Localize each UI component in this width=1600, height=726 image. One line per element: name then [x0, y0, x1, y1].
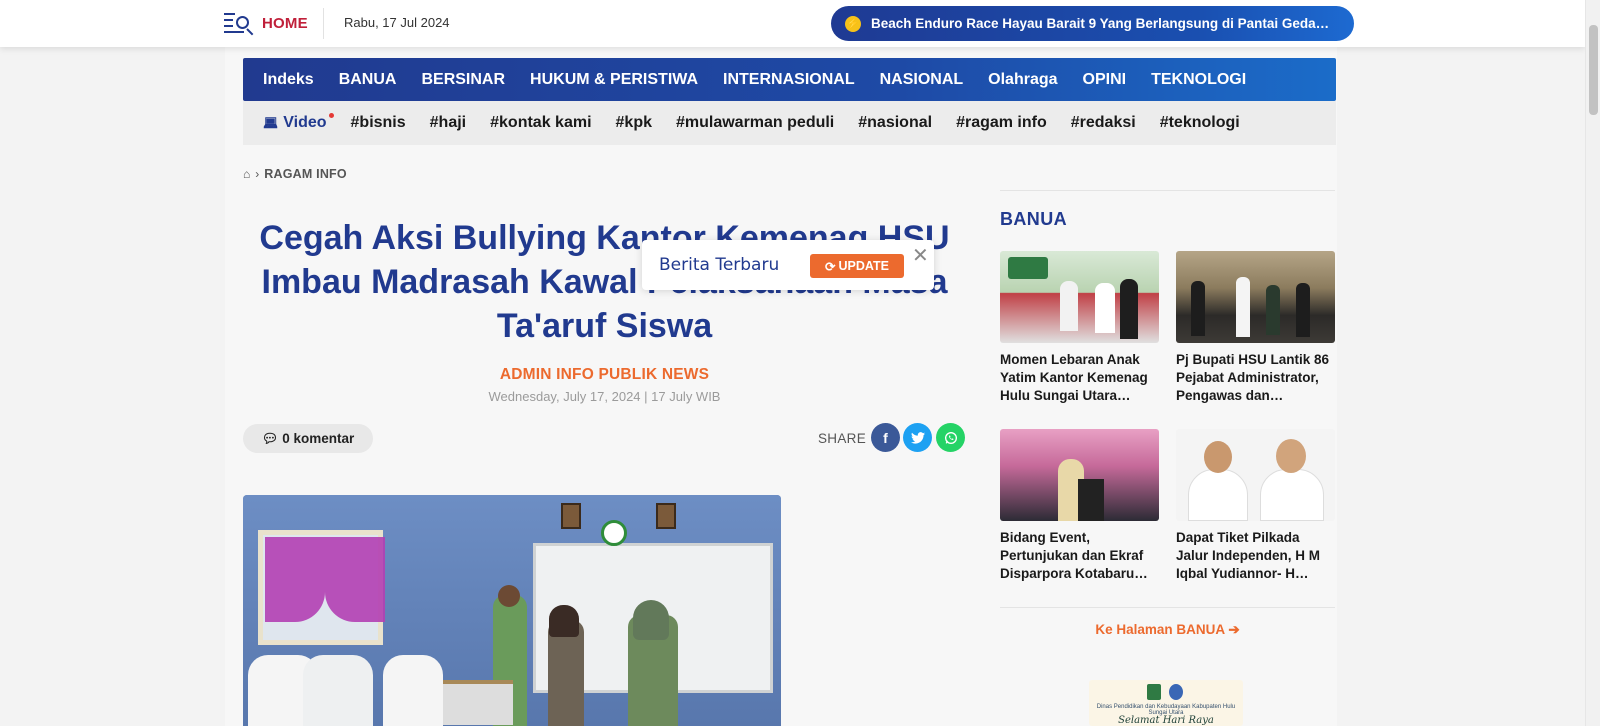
news-card-title[interactable]: Momen Lebaran Anak Yatim Kantor Kemenag …	[1000, 351, 1159, 405]
live-dot-icon	[328, 113, 334, 118]
tag-ragam-info[interactable]: #ragam info	[956, 114, 1047, 132]
article-author[interactable]: ADMIN INFO PUBLIK NEWS	[248, 366, 961, 384]
share-label: SHARE	[818, 431, 867, 446]
nav-item-nasional[interactable]: NASIONAL	[880, 71, 964, 89]
update-button[interactable]: ⟳ UPDATE	[810, 254, 904, 278]
breadcrumb-separator: ›	[255, 167, 260, 181]
comments-count: 0 komentar	[282, 431, 355, 446]
nav-item-opini[interactable]: OPINI	[1083, 71, 1127, 89]
home-link[interactable]: HOME	[224, 9, 308, 37]
nav-item-bersinar[interactable]: BERSINAR	[421, 71, 505, 89]
laptop-icon: 💻︎	[263, 116, 279, 130]
sidebar-news-card[interactable]: Bidang Event, Pertunjukan dan Ekraf Disp…	[1000, 429, 1159, 583]
ad-banner[interactable]: Dinas Pendidikan dan Kebudayaan Kabupate…	[1089, 680, 1243, 726]
logo-icon	[1147, 684, 1161, 700]
tag-nav: 💻︎ Video #bisnis #haji #kontak kami #kpk…	[243, 101, 1336, 145]
divider	[323, 8, 324, 39]
comments-icon: 💬︎	[261, 430, 279, 446]
breadcrumb: ⌂ › RAGAM INFO	[243, 167, 347, 181]
refresh-icon: ⟳	[825, 259, 836, 274]
logo-icon	[1169, 684, 1183, 700]
current-date: Rabu, 17 Jul 2024	[344, 15, 450, 30]
lightning-icon: ⚡	[845, 15, 861, 32]
nav-item-teknologi[interactable]: TEKNOLOGI	[1151, 71, 1246, 89]
home-label: HOME	[262, 14, 308, 32]
scrollbar-thumb[interactable]	[1589, 25, 1598, 115]
news-thumbnail[interactable]	[1176, 251, 1335, 343]
article-date: Wednesday, July 17, 2024 | 17 July WIB	[488, 389, 721, 404]
sidebar-news-card[interactable]: Momen Lebaran Anak Yatim Kantor Kemenag …	[1000, 251, 1159, 405]
news-card-title[interactable]: Dapat Tiket Pilkada Jalur Independen, H …	[1176, 529, 1335, 583]
tag-bisnis[interactable]: #bisnis	[351, 114, 406, 132]
top-bar: HOME Rabu, 17 Jul 2024 ⚡ Beach Enduro Ra…	[0, 0, 1585, 47]
video-label: Video	[283, 114, 327, 131]
main-category-nav: Indeks BANUA BERSINAR HUKUM & PERISTIWA …	[243, 58, 1336, 101]
news-thumbnail[interactable]	[1176, 429, 1335, 521]
tag-redaksi[interactable]: #redaksi	[1071, 114, 1136, 132]
tag-haji[interactable]: #haji	[430, 114, 466, 132]
ticker-headline[interactable]: Beach Enduro Race Hayau Barait 9 Yang Be…	[871, 16, 1340, 31]
nav-item-internasional[interactable]: INTERNASIONAL	[723, 71, 855, 89]
comments-button[interactable]: 💬︎ 0 komentar	[243, 424, 373, 453]
whatsapp-share-icon[interactable]	[936, 423, 965, 452]
sidebar-news-card[interactable]: Dapat Tiket Pilkada Jalur Independen, H …	[1176, 429, 1335, 583]
video-link[interactable]: 💻︎ Video	[263, 113, 334, 132]
tag-mulawarman-peduli[interactable]: #mulawarman peduli	[676, 114, 834, 132]
menu-search-icon	[224, 9, 256, 37]
close-icon[interactable]: ✕	[912, 246, 929, 266]
news-card-title[interactable]: Bidang Event, Pertunjukan dan Ekraf Disp…	[1000, 529, 1159, 583]
breadcrumb-current[interactable]: RAGAM INFO	[264, 167, 347, 181]
sidebar-news-card[interactable]: Pj Bupati HSU Lantik 86 Pejabat Administ…	[1176, 251, 1335, 405]
banner-greeting: Selamat Hari Raya	[1118, 715, 1214, 726]
sidebar-title[interactable]: BANUA	[1000, 209, 1067, 230]
article-featured-image	[243, 495, 781, 726]
facebook-share-icon[interactable]: f	[871, 423, 900, 452]
nav-item-banua[interactable]: BANUA	[339, 71, 397, 89]
tag-nasional[interactable]: #nasional	[858, 114, 932, 132]
breaking-news-ticker[interactable]: ⚡ Beach Enduro Race Hayau Barait 9 Yang …	[831, 6, 1354, 41]
sidebar-divider	[1000, 190, 1335, 191]
tag-kpk[interactable]: #kpk	[616, 114, 652, 132]
news-thumbnail[interactable]	[1000, 429, 1159, 521]
tag-teknologi[interactable]: #teknologi	[1160, 114, 1240, 132]
twitter-share-icon[interactable]	[903, 423, 932, 452]
more-banua-link[interactable]: Ke Halaman BANUA ➔	[1000, 622, 1335, 638]
page-scrollbar[interactable]	[1585, 0, 1600, 726]
popup-title: Berita Terbaru	[659, 255, 780, 275]
news-thumbnail[interactable]	[1000, 251, 1159, 343]
home-icon[interactable]: ⌂	[243, 167, 250, 181]
tag-kontak-kami[interactable]: #kontak kami	[490, 114, 591, 132]
nav-item-hukum-peristiwa[interactable]: HUKUM & PERISTIWA	[530, 71, 698, 89]
news-card-title[interactable]: Pj Bupati HSU Lantik 86 Pejabat Administ…	[1176, 351, 1335, 405]
nav-item-indeks[interactable]: Indeks	[263, 71, 314, 89]
sidebar-divider	[1000, 607, 1335, 608]
nav-item-olahraga[interactable]: Olahraga	[988, 71, 1057, 89]
update-button-label: UPDATE	[838, 259, 889, 273]
latest-news-popup: Berita Terbaru ⟳ UPDATE ✕	[642, 240, 934, 290]
